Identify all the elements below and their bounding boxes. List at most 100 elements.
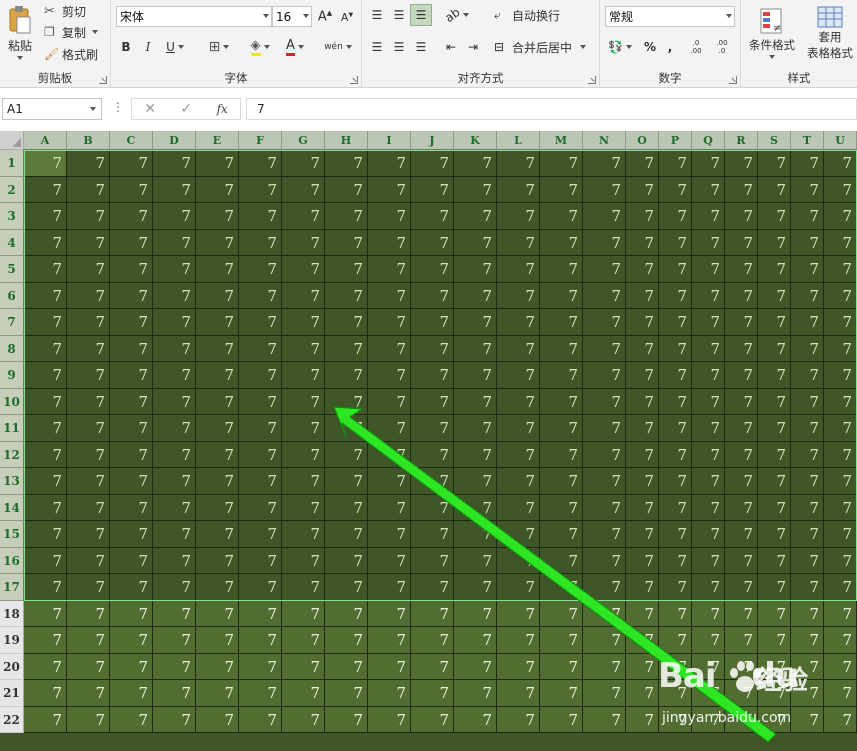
cell-G14[interactable]: 7 — [282, 495, 325, 521]
cell-P6[interactable]: 7 — [659, 283, 692, 309]
cell-I16[interactable]: 7 — [368, 548, 411, 574]
cell-J5[interactable]: 7 — [411, 256, 454, 283]
cell-E22[interactable]: 7 — [196, 707, 239, 733]
cell-T7[interactable]: 7 — [791, 309, 824, 336]
column-header-J[interactable]: J — [411, 131, 454, 150]
cell-R5[interactable]: 7 — [725, 256, 758, 283]
cell-O4[interactable]: 7 — [626, 230, 659, 256]
cell-E15[interactable]: 7 — [196, 521, 239, 548]
cell-N17[interactable]: 7 — [583, 574, 626, 601]
cell-T18[interactable]: 7 — [791, 601, 824, 627]
cell-M13[interactable]: 7 — [540, 468, 583, 495]
cell-L11[interactable]: 7 — [497, 415, 540, 442]
cell-P17[interactable]: 7 — [659, 574, 692, 601]
decrease-indent-button[interactable]: ⇤ — [441, 36, 461, 58]
shrink-font-button[interactable]: A▼ — [337, 6, 357, 28]
cell-B8[interactable]: 7 — [67, 336, 110, 362]
cell-F11[interactable]: 7 — [239, 415, 282, 442]
cell-L4[interactable]: 7 — [497, 230, 540, 256]
cell-R21[interactable]: 7 — [725, 680, 758, 707]
cell-T15[interactable]: 7 — [791, 521, 824, 548]
italic-button[interactable]: I — [139, 36, 157, 58]
cell-E1[interactable]: 7 — [196, 150, 239, 177]
cell-B10[interactable]: 7 — [67, 389, 110, 415]
cell-O2[interactable]: 7 — [626, 177, 659, 203]
paste-dropdown-icon[interactable] — [17, 55, 23, 60]
cell-E11[interactable]: 7 — [196, 415, 239, 442]
cell-D20[interactable]: 7 — [153, 654, 196, 680]
format-painter-button[interactable]: 🖌 格式刷 — [44, 43, 106, 65]
font-color-dropdown-icon[interactable] — [297, 45, 304, 49]
cell-U9[interactable]: 7 — [824, 362, 857, 389]
cell-L9[interactable]: 7 — [497, 362, 540, 389]
row-header-13[interactable]: 13 — [0, 468, 24, 495]
cell-I7[interactable]: 7 — [368, 309, 411, 336]
cell-O17[interactable]: 7 — [626, 574, 659, 601]
cell-K13[interactable]: 7 — [454, 468, 497, 495]
cell-N7[interactable]: 7 — [583, 309, 626, 336]
cell-I17[interactable]: 7 — [368, 574, 411, 601]
cell-M9[interactable]: 7 — [540, 362, 583, 389]
column-header-G[interactable]: G — [282, 131, 325, 150]
cell-D22[interactable]: 7 — [153, 707, 196, 733]
cell-P14[interactable]: 7 — [659, 495, 692, 521]
column-header-T[interactable]: T — [791, 131, 824, 150]
column-header-A[interactable]: A — [24, 131, 67, 150]
cell-L16[interactable]: 7 — [497, 548, 540, 574]
cell-E5[interactable]: 7 — [196, 256, 239, 283]
cell-R12[interactable]: 7 — [725, 442, 758, 468]
cell-M7[interactable]: 7 — [540, 309, 583, 336]
cell-H16[interactable]: 7 — [325, 548, 368, 574]
cell-D8[interactable]: 7 — [153, 336, 196, 362]
cell-S19[interactable]: 7 — [758, 627, 791, 654]
cell-N19[interactable]: 7 — [583, 627, 626, 654]
enter-icon[interactable]: ✓ — [180, 101, 192, 117]
cell-U3[interactable]: 7 — [824, 203, 857, 230]
cell-O12[interactable]: 7 — [626, 442, 659, 468]
cell-P15[interactable]: 7 — [659, 521, 692, 548]
cell-T17[interactable]: 7 — [791, 574, 824, 601]
cell-N10[interactable]: 7 — [583, 389, 626, 415]
cell-P21[interactable]: 7 — [659, 680, 692, 707]
cell-M19[interactable]: 7 — [540, 627, 583, 654]
cell-G22[interactable]: 7 — [282, 707, 325, 733]
phonetic-dropdown-icon[interactable] — [345, 45, 352, 49]
cell-E8[interactable]: 7 — [196, 336, 239, 362]
cell-H9[interactable]: 7 — [325, 362, 368, 389]
cancel-icon[interactable]: ✕ — [144, 101, 156, 117]
cell-U6[interactable]: 7 — [824, 283, 857, 309]
cell-H18[interactable]: 7 — [325, 601, 368, 627]
cell-B17[interactable]: 7 — [67, 574, 110, 601]
conditional-format-button[interactable]: ≠ 条件格式 — [743, 2, 801, 64]
cell-B19[interactable]: 7 — [67, 627, 110, 654]
cell-H7[interactable]: 7 — [325, 309, 368, 336]
cell-Q13[interactable]: 7 — [692, 468, 725, 495]
cell-L19[interactable]: 7 — [497, 627, 540, 654]
row-header-9[interactable]: 9 — [0, 362, 24, 389]
cell-A6[interactable]: 7 — [24, 283, 67, 309]
cell-B6[interactable]: 7 — [67, 283, 110, 309]
cell-C21[interactable]: 7 — [110, 680, 153, 707]
cell-Q8[interactable]: 7 — [692, 336, 725, 362]
cell-D10[interactable]: 7 — [153, 389, 196, 415]
cell-R7[interactable]: 7 — [725, 309, 758, 336]
cell-G18[interactable]: 7 — [282, 601, 325, 627]
cell-T19[interactable]: 7 — [791, 627, 824, 654]
cell-G2[interactable]: 7 — [282, 177, 325, 203]
align-bottom-button[interactable]: ☰ — [410, 4, 432, 26]
cell-D6[interactable]: 7 — [153, 283, 196, 309]
cell-K10[interactable]: 7 — [454, 389, 497, 415]
cell-A17[interactable]: 7 — [24, 574, 67, 601]
cell-T14[interactable]: 7 — [791, 495, 824, 521]
paste-button[interactable]: 粘贴 — [2, 2, 38, 62]
cell-T16[interactable]: 7 — [791, 548, 824, 574]
cell-E20[interactable]: 7 — [196, 654, 239, 680]
cell-D15[interactable]: 7 — [153, 521, 196, 548]
cell-J11[interactable]: 7 — [411, 415, 454, 442]
name-box-dropdown-icon[interactable] — [90, 107, 96, 111]
cell-D19[interactable]: 7 — [153, 627, 196, 654]
cell-K12[interactable]: 7 — [454, 442, 497, 468]
cell-N5[interactable]: 7 — [583, 256, 626, 283]
cell-D16[interactable]: 7 — [153, 548, 196, 574]
cell-C6[interactable]: 7 — [110, 283, 153, 309]
